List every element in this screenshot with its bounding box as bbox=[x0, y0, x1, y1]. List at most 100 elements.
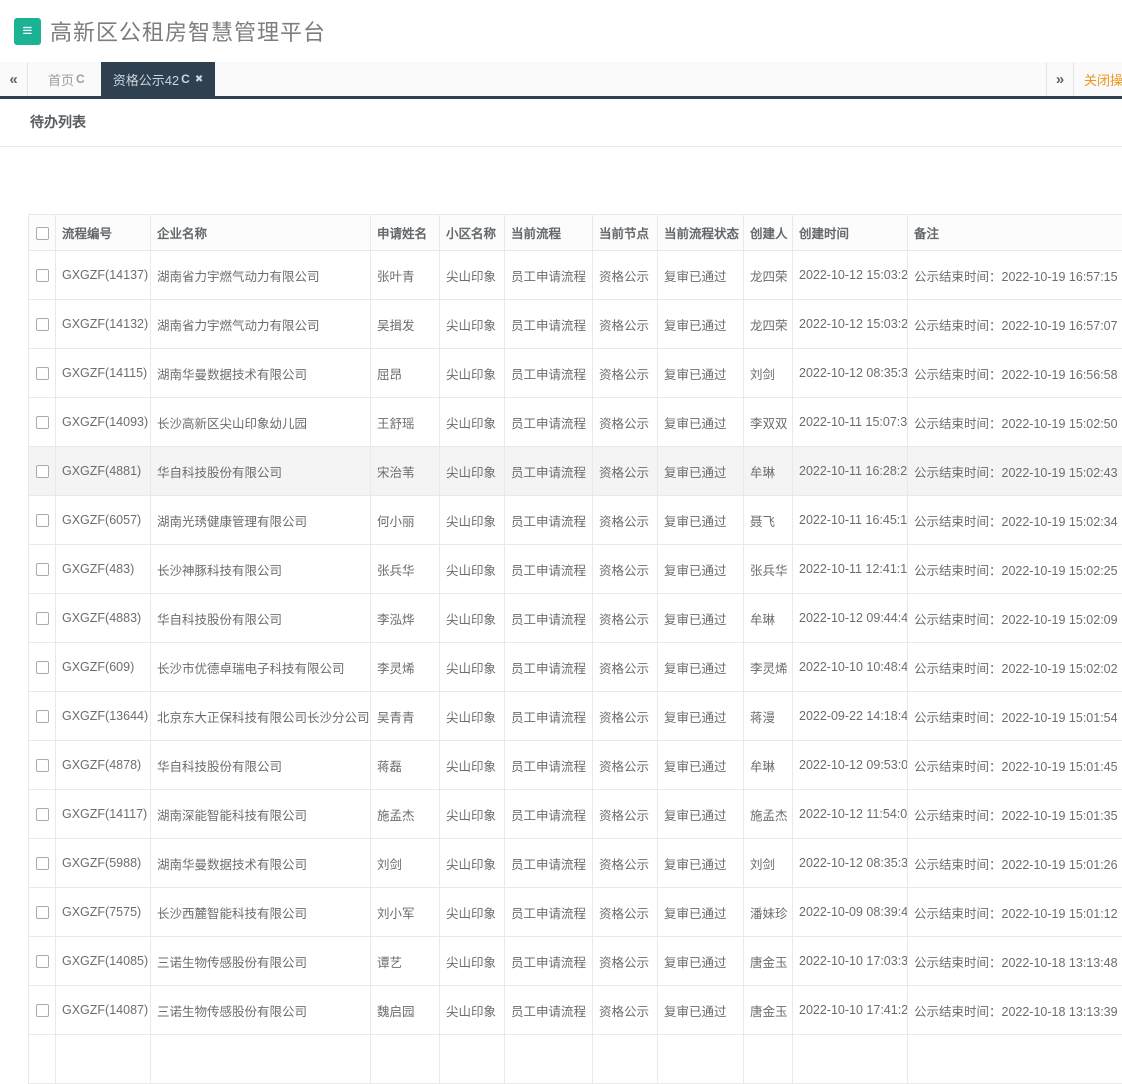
column-header: 当前流程状态 bbox=[658, 215, 744, 251]
cell-company-name: 三诺生物传感股份有限公司 bbox=[151, 937, 371, 986]
refresh-icon[interactable]: C bbox=[76, 72, 85, 86]
cell-community-name: 尖山印象 bbox=[440, 496, 505, 545]
cell-process-code: GXGZF(4878) bbox=[56, 741, 151, 790]
close-operations-button[interactable]: 关闭操作 bbox=[1074, 62, 1122, 96]
cell-current-process: 员工申请流程 bbox=[505, 496, 593, 545]
menu-toggle-button[interactable]: ≡ bbox=[14, 18, 41, 45]
cell-creator: 刘剑 bbox=[744, 349, 793, 398]
cell-remark: 公示结束时间：2022-10-19 16:57:15 bbox=[908, 251, 1122, 300]
row-checkbox[interactable] bbox=[36, 661, 49, 674]
row-checkbox[interactable] bbox=[36, 269, 49, 282]
row-checkbox[interactable] bbox=[36, 710, 49, 723]
cell-community-name: 尖山印象 bbox=[440, 349, 505, 398]
column-header: 当前流程 bbox=[505, 215, 593, 251]
cell-remark: 公示结束时间：2022-10-19 15:02:43 bbox=[908, 447, 1122, 496]
tab-home[interactable]: 首页 C bbox=[36, 62, 97, 96]
cell-creator: 潘妹珍 bbox=[744, 888, 793, 937]
cell-remark: 公示结束时间：2022-10-19 16:57:07 bbox=[908, 300, 1122, 349]
cell-current-process: 员工申请流程 bbox=[505, 790, 593, 839]
double-chevron-right-icon: » bbox=[1056, 71, 1064, 88]
cell-creator: 龙四荣 bbox=[744, 251, 793, 300]
tabs-scroll-left-button[interactable]: « bbox=[0, 62, 28, 96]
cell-remark: 公示结束时间：2022-10-19 15:01:35 bbox=[908, 790, 1122, 839]
row-checkbox[interactable] bbox=[36, 563, 49, 576]
column-header: 小区名称 bbox=[440, 215, 505, 251]
cell-company-name: 三诺生物传感股份有限公司 bbox=[151, 986, 371, 1035]
cell-company-name: 湖南深能智能科技有限公司 bbox=[151, 790, 371, 839]
row-checkbox[interactable] bbox=[36, 514, 49, 527]
cell-created-time: 2022-10-11 15:07:33 bbox=[793, 398, 908, 447]
cell-current-process: 员工申请流程 bbox=[505, 300, 593, 349]
cell-current-node: 资格公示 bbox=[593, 937, 658, 986]
row-checkbox[interactable] bbox=[36, 906, 49, 919]
row-checkbox[interactable] bbox=[36, 808, 49, 821]
row-checkbox-cell bbox=[29, 937, 56, 986]
cell-current-process: 员工申请流程 bbox=[505, 986, 593, 1035]
panel-divider bbox=[0, 146, 1122, 147]
cell-creator: 刘剑 bbox=[744, 839, 793, 888]
table-row: GXGZF(14093) 长沙高新区尖山印象幼儿园 王舒瑶 尖山印象 员工申请流… bbox=[29, 398, 1122, 447]
cell-process-status: 复审已通过 bbox=[658, 937, 744, 986]
cell-community-name: 尖山印象 bbox=[440, 790, 505, 839]
row-checkbox[interactable] bbox=[36, 416, 49, 429]
cell-current-node: 资格公示 bbox=[593, 398, 658, 447]
cell-created-time: 2022-10-12 08:35:38 bbox=[793, 839, 908, 888]
cell-company-name: 华自科技股份有限公司 bbox=[151, 594, 371, 643]
row-checkbox-cell bbox=[29, 888, 56, 937]
hamburger-icon: ≡ bbox=[23, 21, 33, 41]
table-row: GXGZF(609) 长沙市优德卓瑞电子科技有限公司 李灵烯 尖山印象 员工申请… bbox=[29, 643, 1122, 692]
table-row: GXGZF(14132) 湖南省力宇燃气动力有限公司 吴揖发 尖山印象 员工申请… bbox=[29, 300, 1122, 349]
cell-current-process: 员工申请流程 bbox=[505, 937, 593, 986]
cell-community-name: 尖山印象 bbox=[440, 839, 505, 888]
cell-current-node: 资格公示 bbox=[593, 594, 658, 643]
cell-creator: 牟琳 bbox=[744, 741, 793, 790]
cell-created-time: 2022-10-10 17:41:23 bbox=[793, 986, 908, 1035]
row-checkbox[interactable] bbox=[36, 367, 49, 380]
row-checkbox[interactable] bbox=[36, 318, 49, 331]
close-icon[interactable]: ✖ bbox=[195, 74, 203, 85]
row-checkbox[interactable] bbox=[36, 759, 49, 772]
row-checkbox-cell bbox=[29, 594, 56, 643]
cell-current-node: 资格公示 bbox=[593, 643, 658, 692]
cell-process-code: GXGZF(14087) bbox=[56, 986, 151, 1035]
cell-creator: 聂飞 bbox=[744, 496, 793, 545]
cell-process-code: GXGZF(13644) bbox=[56, 692, 151, 741]
column-header: 创建人 bbox=[744, 215, 793, 251]
row-checkbox[interactable] bbox=[36, 955, 49, 968]
cell-remark: 公示结束时间：2022-10-19 15:02:50 bbox=[908, 398, 1122, 447]
cell-process-code: GXGZF(14117) bbox=[56, 790, 151, 839]
page-title: 高新区公租房智慧管理平台 bbox=[50, 15, 326, 47]
cell-creator: 李双双 bbox=[744, 398, 793, 447]
table-row: GXGZF(483) 长沙神豚科技有限公司 张兵华 尖山印象 员工申请流程 资格… bbox=[29, 545, 1122, 594]
row-checkbox[interactable] bbox=[36, 612, 49, 625]
cell-process-code: GXGZF(14093) bbox=[56, 398, 151, 447]
cell-company-name: 长沙神豚科技有限公司 bbox=[151, 545, 371, 594]
cell-current-node: 资格公示 bbox=[593, 741, 658, 790]
row-checkbox-cell bbox=[29, 398, 56, 447]
cell-created-time: 2022-09-22 14:18:41 bbox=[793, 692, 908, 741]
cell-process-status: 复审已通过 bbox=[658, 888, 744, 937]
refresh-icon[interactable]: C bbox=[181, 72, 190, 86]
select-all-checkbox[interactable] bbox=[36, 227, 49, 240]
table-row: GXGZF(6057) 湖南光琇健康管理有限公司 何小丽 尖山印象 员工申请流程… bbox=[29, 496, 1122, 545]
row-checkbox[interactable] bbox=[36, 465, 49, 478]
row-checkbox[interactable] bbox=[36, 857, 49, 870]
cell-created-time: 2022-10-12 09:53:06 bbox=[793, 741, 908, 790]
cell-current-node: 资格公示 bbox=[593, 349, 658, 398]
table-row: GXGZF(5988) 湖南华曼数据技术有限公司 刘剑 尖山印象 员工申请流程 … bbox=[29, 839, 1122, 888]
cell-company-name: 湖南华曼数据技术有限公司 bbox=[151, 839, 371, 888]
cell-current-node: 资格公示 bbox=[593, 300, 658, 349]
cell-process-status: 复审已通过 bbox=[658, 643, 744, 692]
cell-community-name: 尖山印象 bbox=[440, 545, 505, 594]
cell-remark: 公示结束时间：2022-10-19 15:01:54 bbox=[908, 692, 1122, 741]
cell-company-name: 长沙西麓智能科技有限公司 bbox=[151, 888, 371, 937]
cell-applicant-name: 魏启园 bbox=[371, 986, 440, 1035]
cell-remark: 公示结束时间：2022-10-19 16:56:58 bbox=[908, 349, 1122, 398]
column-header: 创建时间 bbox=[793, 215, 908, 251]
cell-current-node: 资格公示 bbox=[593, 790, 658, 839]
row-checkbox[interactable] bbox=[36, 1004, 49, 1017]
row-checkbox-cell bbox=[29, 545, 56, 594]
tab-qualification-publicity[interactable]: 资格公示42 C ✖ bbox=[101, 62, 216, 96]
cell-company-name: 长沙高新区尖山印象幼儿园 bbox=[151, 398, 371, 447]
tabs-scroll-right-button[interactable]: » bbox=[1046, 62, 1074, 96]
